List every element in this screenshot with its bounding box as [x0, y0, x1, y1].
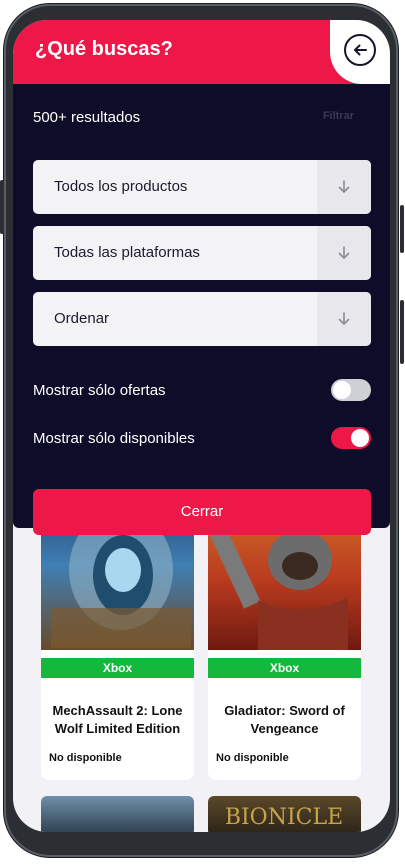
- close-button[interactable]: Cerrar: [33, 489, 371, 535]
- app-screen: LONE WOLF Xbox MechAssault 2: Lone Wolf …: [13, 20, 390, 832]
- platform-badge: Xbox: [208, 658, 361, 678]
- phone-side-button: [400, 205, 404, 253]
- phone-side-button: [0, 180, 4, 234]
- offers-toggle[interactable]: [331, 379, 371, 401]
- availability-status: No disponible: [49, 752, 122, 764]
- page-title: ¿Qué buscas?: [35, 38, 173, 60]
- product-title: MechAssault 2: Lone Wolf Limited Edition: [52, 703, 183, 736]
- arrow-down-icon: [317, 226, 371, 280]
- toggle-knob: [351, 429, 369, 447]
- filter-panel: 500+ resultados Filtrar Todos los produc…: [13, 84, 390, 535]
- results-count: 500+ resultados: [33, 109, 141, 126]
- filter-button[interactable]: Filtrar: [323, 110, 354, 122]
- toggle-label: Mostrar sólo disponibles: [33, 430, 195, 447]
- phone-side-button: [400, 300, 404, 364]
- select-label: Todas las plataformas: [54, 244, 200, 261]
- arrow-down-icon: [317, 292, 371, 346]
- availability-status: No disponible: [216, 752, 289, 764]
- toggle-row-available: Mostrar sólo disponibles: [33, 427, 371, 451]
- select-platform[interactable]: Todas las plataformas: [33, 226, 371, 280]
- toggle-knob: [333, 381, 351, 399]
- toggle-row-offers: Mostrar sólo ofertas: [33, 379, 371, 403]
- svg-text:BIONICLE: BIONICLE: [225, 805, 343, 830]
- available-toggle[interactable]: [331, 427, 371, 449]
- select-label: Ordenar: [54, 310, 110, 327]
- select-sort[interactable]: Ordenar: [33, 292, 371, 346]
- arrow-left-icon: [354, 44, 367, 56]
- app-header: ¿Qué buscas?: [13, 20, 390, 84]
- select-label: Todos los productos: [54, 178, 188, 195]
- platform-badge: Xbox: [41, 658, 194, 678]
- back-button[interactable]: [344, 34, 376, 66]
- back-button-container: [330, 20, 390, 84]
- toggle-label: Mostrar sólo ofertas: [33, 382, 166, 399]
- product-title: Gladiator: Sword of Vengeance: [224, 703, 345, 736]
- arrow-down-icon: [317, 160, 371, 214]
- select-product-type[interactable]: Todos los productos: [33, 160, 371, 214]
- product-card[interactable]: [41, 796, 194, 832]
- product-card[interactable]: BIONICLE: [208, 796, 361, 832]
